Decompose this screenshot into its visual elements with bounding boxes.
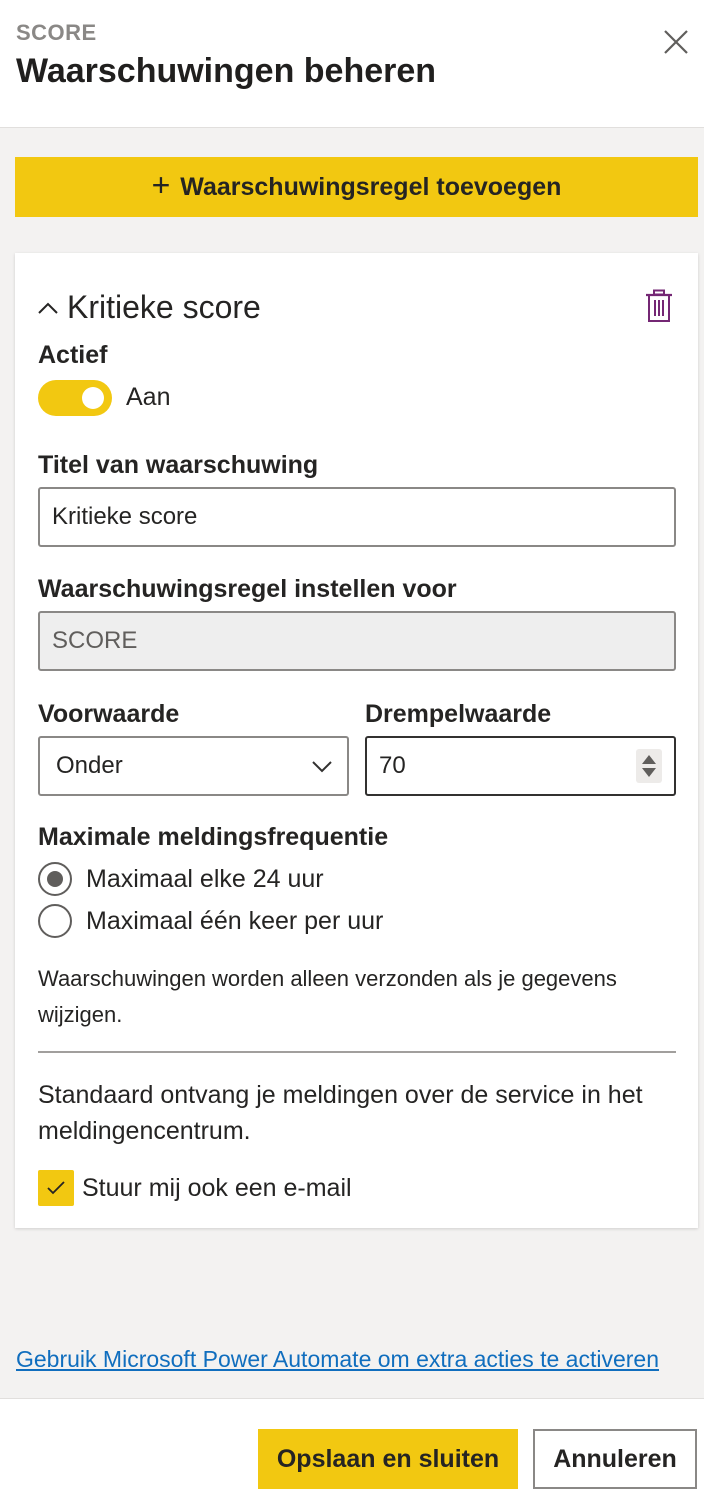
chevron-up-icon	[38, 302, 58, 314]
delete-rule-button[interactable]	[645, 289, 675, 325]
panel-header: SCORE Waarschuwingen beheren	[0, 0, 704, 128]
panel-footer: Opslaan en sluiten Annuleren	[0, 1398, 704, 1504]
divider	[38, 1051, 676, 1053]
condition-dropdown[interactable]: Onder	[38, 736, 349, 796]
radio-hourly[interactable]	[38, 904, 72, 938]
threshold-value: 70	[379, 752, 406, 779]
close-button[interactable]	[656, 22, 696, 62]
email-checkbox[interactable]	[38, 1170, 74, 1206]
frequency-label: Maximale meldingsfrequentie	[38, 823, 389, 851]
active-toggle[interactable]	[38, 380, 112, 416]
frequency-option-24h[interactable]: Maximaal elke 24 uur	[38, 862, 324, 896]
cancel-button[interactable]: Annuleren	[533, 1429, 697, 1489]
rule-collapse-toggle[interactable]: Kritieke score	[37, 289, 261, 326]
chevron-down-icon	[312, 761, 332, 773]
checkmark-icon	[47, 1181, 65, 1195]
header-kicker: SCORE	[16, 20, 97, 45]
threshold-label: Drempelwaarde	[365, 700, 552, 728]
active-state-label: Aan	[126, 383, 171, 411]
page-title: Waarschuwingen beheren	[16, 52, 437, 90]
rule-target-label: Waarschuwingsregel instellen voor	[38, 575, 457, 603]
email-option[interactable]: Stuur mij ook een e-mail	[38, 1170, 352, 1206]
alert-title-input[interactable]	[38, 487, 676, 547]
frequency-option-hourly[interactable]: Maximaal één keer per uur	[38, 904, 383, 938]
rule-target-field: SCORE	[38, 611, 676, 671]
rule-target-value: SCORE	[52, 627, 138, 654]
save-and-close-button[interactable]: Opslaan en sluiten	[258, 1429, 518, 1489]
toggle-knob	[82, 387, 104, 409]
active-label: Actief	[38, 341, 108, 369]
alert-info-text: Waarschuwingen worden alleen verzonden a…	[38, 966, 617, 1027]
condition-value: Onder	[56, 752, 123, 779]
frequency-option-hourly-label: Maximaal één keer per uur	[86, 906, 384, 935]
add-alert-rule-label: Waarschuwingsregel toevoegen	[180, 172, 562, 201]
trash-icon	[646, 289, 672, 322]
email-label: Stuur mij ook een e-mail	[82, 1173, 352, 1202]
threshold-spinner[interactable]	[636, 749, 662, 783]
frequency-option-24h-label: Maximaal elke 24 uur	[86, 864, 324, 893]
alert-rule-card: Kritieke score Actief Aan Titel van waar…	[15, 253, 698, 1228]
radio-24h[interactable]	[38, 862, 72, 896]
alert-title-label: Titel van waarschuwing	[38, 451, 319, 479]
plus-icon: +	[151, 167, 171, 203]
power-automate-link[interactable]: Gebruik Microsoft Power Automate om extr…	[16, 1346, 659, 1373]
notification-info-text: Standaard ontvang je meldingen over de s…	[38, 1081, 643, 1145]
spinner-down-icon	[642, 768, 656, 777]
rule-name: Kritieke score	[67, 289, 261, 325]
condition-label: Voorwaarde	[38, 700, 180, 728]
threshold-input[interactable]: 70	[365, 736, 676, 796]
add-alert-rule-button[interactable]: + Waarschuwingsregel toevoegen	[15, 157, 698, 217]
close-icon	[664, 30, 688, 54]
spinner-up-icon	[642, 755, 656, 764]
